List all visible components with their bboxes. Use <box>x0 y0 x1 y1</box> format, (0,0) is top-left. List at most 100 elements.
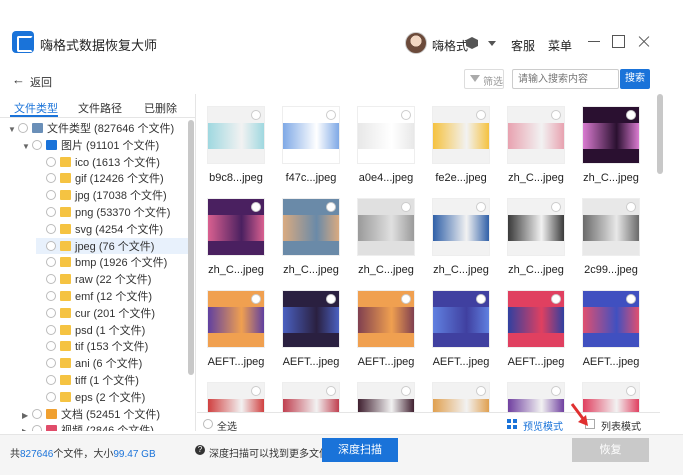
tree-item[interactable]: jpg (17038 个文件) <box>36 187 188 203</box>
tree-item-radio[interactable] <box>46 307 56 318</box>
tab-file-type[interactable]: 文件类型 <box>14 100 58 116</box>
grid-scrollbar[interactable] <box>657 94 663 174</box>
file-thumbnail[interactable] <box>282 290 340 348</box>
file-tile[interactable]: AEFT...jpeg <box>499 288 565 378</box>
tree-item[interactable]: emf (12 个文件) <box>36 288 188 304</box>
tree-item-radio[interactable] <box>18 123 28 133</box>
expand-caret-icon[interactable]: ▶ <box>22 427 32 431</box>
tree-item-radio[interactable] <box>46 391 56 402</box>
select-all-radio[interactable] <box>203 419 213 429</box>
file-tile[interactable]: zh_C...jpeg <box>424 196 490 286</box>
file-select-radio[interactable] <box>626 386 636 396</box>
username[interactable]: 嗨格式 <box>432 37 468 54</box>
preview-mode-button[interactable]: 预览模式 <box>523 418 563 433</box>
file-select-radio[interactable] <box>476 294 486 304</box>
expand-caret-icon[interactable]: ▼ <box>22 142 32 151</box>
select-all-label[interactable]: 全选 <box>217 418 237 433</box>
file-tile[interactable] <box>199 380 265 412</box>
file-tile[interactable]: AEFT...jpeg <box>199 288 265 378</box>
back-button[interactable]: 返回 <box>30 74 52 90</box>
file-tile[interactable]: a0e4...jpeg <box>349 104 415 194</box>
file-thumbnail[interactable] <box>432 198 490 256</box>
tree-item[interactable]: ani (6 个文件) <box>36 355 188 371</box>
back-arrow-icon[interactable]: ← <box>12 72 25 87</box>
menu-link[interactable]: 菜单 <box>548 37 572 54</box>
file-select-radio[interactable] <box>551 110 561 120</box>
tree-item-radio[interactable] <box>46 156 56 167</box>
file-thumbnail[interactable] <box>432 382 490 412</box>
tree-item-radio[interactable] <box>46 375 56 385</box>
file-thumbnail[interactable] <box>582 382 640 412</box>
tree-item[interactable]: gif (12426 个文件) <box>36 170 188 186</box>
file-select-radio[interactable] <box>401 110 411 120</box>
deep-scan-button[interactable]: 深度扫描 <box>322 438 398 462</box>
file-select-radio[interactable] <box>326 110 336 120</box>
file-tile[interactable] <box>424 380 490 412</box>
file-tile[interactable]: AEFT...jpeg <box>574 288 640 378</box>
file-thumbnail[interactable] <box>507 382 565 412</box>
file-select-radio[interactable] <box>251 110 261 120</box>
tab-file-path[interactable]: 文件路径 <box>78 100 122 116</box>
file-tile[interactable]: AEFT...jpeg <box>424 288 490 378</box>
tree-item[interactable]: bmp (1926 个文件) <box>36 254 188 270</box>
grid-view-icon[interactable] <box>507 419 517 429</box>
file-thumbnail[interactable] <box>507 106 565 164</box>
tree-item[interactable]: png (53370 个文件) <box>36 204 188 220</box>
file-tile[interactable]: 2c99...jpeg <box>574 196 640 286</box>
file-select-radio[interactable] <box>626 110 636 120</box>
file-thumbnail[interactable] <box>282 106 340 164</box>
file-tile[interactable]: zh_C...jpeg <box>499 104 565 194</box>
close-icon[interactable] <box>636 33 652 49</box>
search-input[interactable] <box>512 69 619 89</box>
maximize-icon[interactable] <box>610 33 626 49</box>
tree-item[interactable]: eps (2 个文件) <box>36 389 188 405</box>
tree-item-radio[interactable] <box>46 223 56 234</box>
tree-item[interactable]: ▼ 图片 (91101 个文件) <box>22 137 188 153</box>
recover-button[interactable]: 恢复 <box>572 438 649 462</box>
file-select-radio[interactable] <box>626 202 636 212</box>
tree-item[interactable]: ▶ 视频 (2846 个文件) <box>22 422 188 431</box>
file-tile[interactable]: AEFT...jpeg <box>274 288 340 378</box>
file-tile[interactable]: zh_C...jpeg <box>499 196 565 286</box>
file-select-radio[interactable] <box>551 294 561 304</box>
tree-item[interactable]: tiff (1 个文件) <box>36 372 188 388</box>
tree-item[interactable]: ▼ 文件类型 (827646 个文件) <box>8 120 188 136</box>
file-thumbnail[interactable] <box>357 290 415 348</box>
file-select-radio[interactable] <box>476 110 486 120</box>
file-tile[interactable]: zh_C...jpeg <box>574 104 640 194</box>
file-tile[interactable] <box>499 380 565 412</box>
filter-button[interactable]: 筛选 <box>464 69 504 89</box>
file-select-radio[interactable] <box>326 386 336 396</box>
list-mode-button[interactable]: 列表模式 <box>601 418 641 433</box>
tree-item-radio[interactable] <box>46 324 56 335</box>
file-select-radio[interactable] <box>251 386 261 396</box>
tab-deleted[interactable]: 已删除 <box>144 100 177 116</box>
file-thumbnail[interactable] <box>207 290 265 348</box>
tree-scrollbar[interactable] <box>188 120 194 375</box>
file-thumbnail[interactable] <box>432 106 490 164</box>
user-avatar[interactable] <box>405 32 427 54</box>
tree-item[interactable]: ▶ 文档 (52451 个文件) <box>22 406 188 422</box>
file-thumbnail[interactable] <box>432 290 490 348</box>
file-tile[interactable]: zh_C...jpeg <box>274 196 340 286</box>
file-thumbnail[interactable] <box>507 198 565 256</box>
file-thumbnail[interactable] <box>582 198 640 256</box>
expand-caret-icon[interactable]: ▶ <box>22 411 32 420</box>
file-tile[interactable]: fe2e...jpeg <box>424 104 490 194</box>
file-select-radio[interactable] <box>251 202 261 212</box>
file-select-radio[interactable] <box>476 202 486 212</box>
minimize-icon[interactable] <box>586 33 602 49</box>
tree-item[interactable]: tif (153 个文件) <box>36 338 188 354</box>
file-select-radio[interactable] <box>251 294 261 304</box>
file-select-radio[interactable] <box>551 202 561 212</box>
file-thumbnail[interactable] <box>507 290 565 348</box>
file-thumbnail[interactable] <box>207 382 265 412</box>
file-select-radio[interactable] <box>551 386 561 396</box>
tree-item-radio[interactable] <box>46 274 56 285</box>
file-tile[interactable]: zh_C...jpeg <box>349 196 415 286</box>
tree-item[interactable]: svg (4254 个文件) <box>36 221 188 237</box>
file-tile[interactable] <box>349 380 415 412</box>
expand-caret-icon[interactable]: ▼ <box>8 125 18 134</box>
file-thumbnail[interactable] <box>282 382 340 412</box>
file-select-radio[interactable] <box>401 386 411 396</box>
